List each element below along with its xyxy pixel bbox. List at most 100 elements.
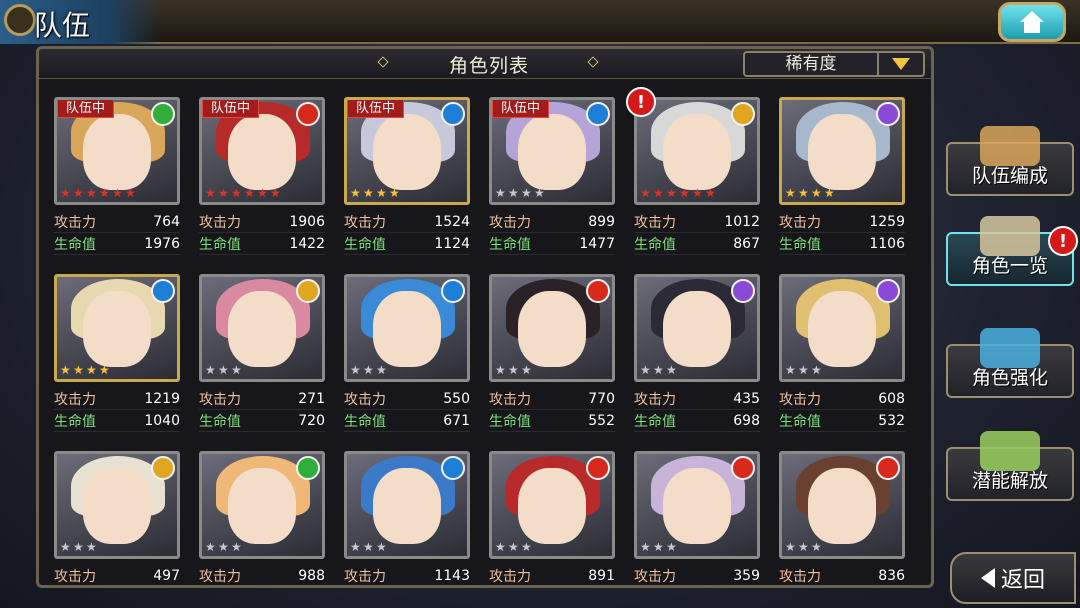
character-face xyxy=(663,468,731,544)
character-card[interactable]: ★★★ 攻击力1143 生命值 xyxy=(344,451,470,588)
star-icon: ★ xyxy=(495,186,506,200)
star-icon: ★ xyxy=(363,363,374,377)
side-menu-item[interactable]: 潜能解放 xyxy=(946,431,1074,501)
attack-stat: 攻击力 891 xyxy=(489,565,615,585)
hp-stat: 生命值 867 xyxy=(634,233,760,255)
star-icon: ★ xyxy=(798,186,809,200)
attack-stat: 攻击力 1143 xyxy=(344,565,470,585)
back-arrow-icon xyxy=(980,568,995,588)
character-portrait[interactable]: ★ ★ ★ xyxy=(634,274,760,382)
character-grid: 队伍中 ★ ★ ★ ★ ★ ★ 攻击力 764 生命值 1976 队伍中 ★ ★ ★ ★ ★ ★ 攻击力 1906 生命… xyxy=(54,87,905,589)
dark-element-icon xyxy=(731,279,755,303)
in-team-badge: 队伍中 xyxy=(202,100,260,118)
hp-stat: 生命值 xyxy=(344,587,470,588)
water-element-icon xyxy=(441,279,465,303)
character-portrait[interactable]: ★ ★ ★ xyxy=(779,451,905,559)
character-portrait[interactable]: ★ ★ ★ xyxy=(489,274,615,382)
hp-label: 生命值 xyxy=(634,588,676,589)
attack-value: 1143 xyxy=(434,567,470,584)
character-portrait[interactable]: ★ ★ ★ ★ xyxy=(779,97,905,205)
star-icon: ★ xyxy=(350,363,361,377)
character-card[interactable]: ★ ★ ★ 攻击力 435 生命值 698 xyxy=(634,274,760,446)
character-card[interactable]: 队伍中 ★ ★ ★ ★ ★ ★ 攻击力 1906 生命值 1422 xyxy=(199,97,325,269)
hp-label: 生命值 xyxy=(634,413,676,430)
character-card[interactable]: ★★★攻击力497生命值 xyxy=(54,451,180,585)
home-button[interactable] xyxy=(998,2,1066,42)
character-face xyxy=(228,468,296,544)
character-face xyxy=(518,468,586,544)
side-menu-item[interactable]: 角色一览! xyxy=(946,216,1078,286)
star-icon: ★ xyxy=(73,363,84,377)
character-portrait[interactable]: ★ ★ ★ xyxy=(54,451,180,559)
attack-stat: 攻击力 435 xyxy=(634,388,760,410)
back-button[interactable]: 返回 xyxy=(950,552,1076,604)
character-face xyxy=(83,114,151,190)
character-card[interactable]: ★ ★ ★ ★ 攻击力 1259 生命值 1106 xyxy=(779,97,905,269)
character-card[interactable]: 队伍中 ★ ★ ★ ★ 攻击力 1524 生命值 1124 xyxy=(344,97,470,269)
character-card[interactable]: ★ ★ ★ 攻击力 271 生命值 720 xyxy=(199,274,325,446)
attack-label: 攻击力 xyxy=(54,391,96,408)
rarity-stars: ★ ★ ★ xyxy=(495,364,533,376)
star-icon: ★ xyxy=(60,540,71,554)
sort-dropdown[interactable]: 稀有度 xyxy=(743,51,925,77)
star-icon: ★ xyxy=(811,540,822,554)
character-face xyxy=(373,114,441,190)
fire-element-icon xyxy=(731,456,755,480)
attack-label: 攻击力 xyxy=(634,568,676,585)
side-menu-item[interactable]: 队伍编成 xyxy=(946,126,1074,196)
character-card[interactable]: ★ ★ ★ ★ ★ ★! 攻击力 1012 生命值 867 xyxy=(626,87,760,269)
attack-stat: 攻击力 1259 xyxy=(779,211,905,233)
character-portrait[interactable]: ★ ★ ★ xyxy=(779,274,905,382)
character-portrait[interactable]: ★ ★ ★ xyxy=(344,451,470,559)
character-card[interactable]: ★ ★ ★ ★ 攻击力 1219 生命值 1040 xyxy=(54,274,180,446)
character-face xyxy=(373,291,441,367)
character-portrait[interactable]: 队伍中 ★ ★ ★ ★ ★ ★ xyxy=(54,97,180,205)
character-face xyxy=(373,468,441,544)
hp-label: 生命值 xyxy=(489,413,531,430)
dropdown-arrow-icon[interactable] xyxy=(879,58,923,70)
character-face xyxy=(808,291,876,367)
attack-stat: 攻击力 1906 xyxy=(199,211,325,233)
character-card[interactable]: ★ ★ ★ 攻击力 770 生命值 552 xyxy=(489,274,615,446)
character-card[interactable]: ★★★攻击力891生命值 xyxy=(489,451,615,585)
star-icon: ★ xyxy=(508,363,519,377)
rarity-stars: ★ ★ ★ ★ ★ ★ xyxy=(60,187,137,199)
water-element-icon xyxy=(441,456,465,480)
attack-value: 891 xyxy=(588,567,615,584)
in-team-badge: 队伍中 xyxy=(347,100,405,118)
character-card[interactable]: ★ ★ ★ 攻击力 550 生命值 671 xyxy=(344,274,470,446)
character-face xyxy=(518,114,586,190)
character-list-panel: 角色列表 稀有度 队伍中 ★ ★ ★ ★ ★ ★ 攻击力 764 生命值 1976 队伍中 ★ ★ ★ ★ ★ ★… xyxy=(36,46,934,588)
character-portrait[interactable]: ★ ★ ★ xyxy=(489,451,615,559)
star-icon: ★ xyxy=(376,186,387,200)
attack-value: 836 xyxy=(878,567,905,584)
character-card[interactable]: ★★★攻击力988生命值 xyxy=(199,451,325,585)
character-portrait[interactable]: 队伍中 ★ ★ ★ ★ ★ ★ xyxy=(199,97,325,205)
character-portrait[interactable]: ★ ★ ★ ★ xyxy=(54,274,180,382)
character-portrait[interactable]: 队伍中 ★ ★ ★ ★ xyxy=(344,97,470,205)
star-icon: ★ xyxy=(666,363,677,377)
character-card[interactable]: ★ ★ ★ 攻击力 608 生命值 532 xyxy=(779,274,905,446)
character-card[interactable]: ★★★攻击力359生命值 xyxy=(634,451,760,589)
star-icon: ★ xyxy=(798,363,809,377)
hp-label: 生命值 xyxy=(779,588,821,589)
hp-stat: 生命值 1976 xyxy=(54,233,180,255)
rarity-stars: ★ ★ ★ ★ ★ ★ xyxy=(205,187,282,199)
character-portrait[interactable]: ★ ★ ★ xyxy=(344,274,470,382)
attack-stat: 攻击力 988 xyxy=(199,565,325,585)
character-card[interactable]: ★★★攻击力836生命值 xyxy=(779,451,905,589)
hp-stat: 生命值 698 xyxy=(634,410,760,432)
character-portrait[interactable]: 队伍中 ★ ★ ★ ★ xyxy=(489,97,615,205)
character-portrait[interactable]: ★ ★ ★ xyxy=(199,274,325,382)
character-portrait[interactable]: ★ ★ ★ xyxy=(199,451,325,559)
character-card[interactable]: 队伍中 ★ ★ ★ ★ 攻击力 899 生命值 1477 xyxy=(489,97,615,269)
star-icon: ★ xyxy=(389,186,400,200)
back-label: 返回 xyxy=(1000,568,1045,593)
character-card[interactable]: 队伍中 ★ ★ ★ ★ ★ ★ 攻击力 764 生命值 1976 xyxy=(54,97,180,269)
side-menu-label: 角色一览 xyxy=(971,255,1048,277)
character-portrait[interactable]: ★ ★ ★ xyxy=(634,451,760,559)
side-menu-item[interactable]: 角色强化 xyxy=(946,328,1074,398)
star-icon: ★ xyxy=(205,186,216,200)
star-icon: ★ xyxy=(495,363,506,377)
character-portrait[interactable]: ★ ★ ★ ★ ★ ★ xyxy=(634,97,760,205)
